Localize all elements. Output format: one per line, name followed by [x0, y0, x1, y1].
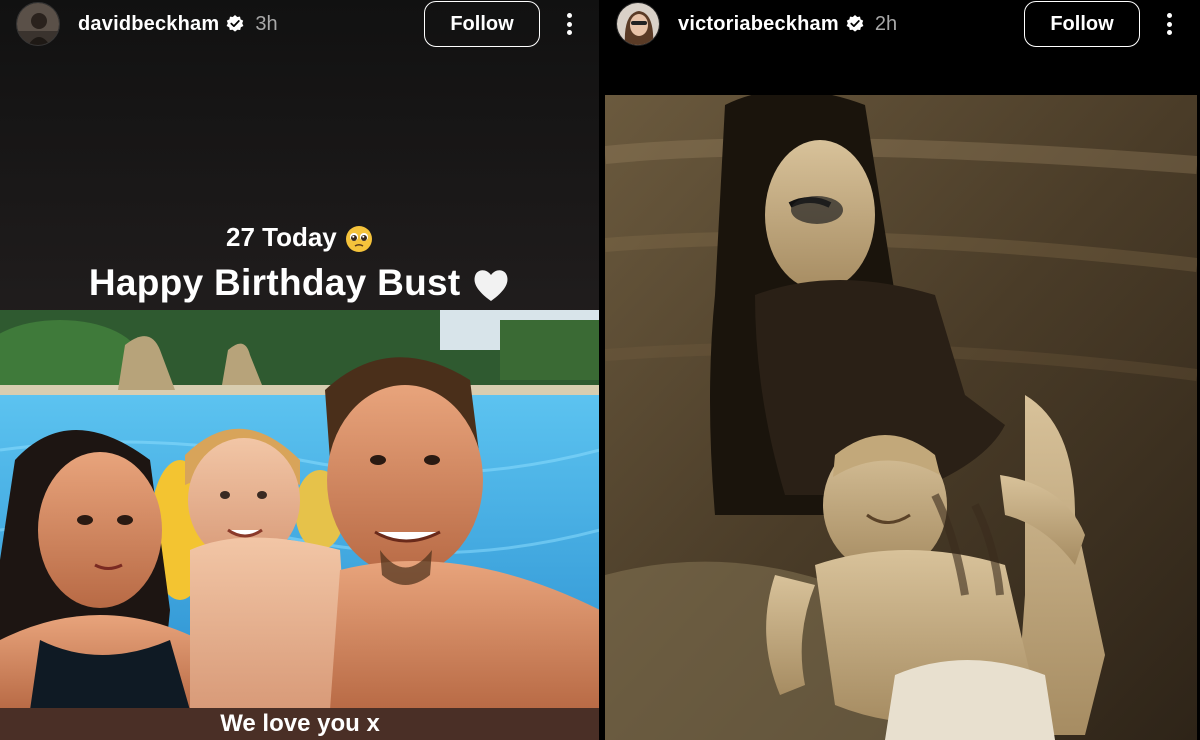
- story-photo-family-pool: [0, 310, 600, 710]
- follow-button[interactable]: Follow: [424, 1, 540, 47]
- avatar[interactable]: [16, 2, 60, 46]
- caption-bottom-bar: We love you x: [0, 708, 600, 740]
- username[interactable]: victoriabeckham: [678, 13, 839, 36]
- story-header: davidbeckham 3h Follow: [0, 0, 600, 48]
- more-options-icon[interactable]: [560, 11, 578, 37]
- caption-message: We love you x: [220, 710, 380, 737]
- verified-badge-icon: [226, 15, 244, 32]
- follow-button[interactable]: Follow: [1024, 1, 1140, 47]
- white-heart-emoji-icon: [474, 270, 508, 302]
- username[interactable]: davidbeckham: [78, 13, 219, 36]
- post-time: 2h: [874, 12, 898, 35]
- verified-badge-icon: [846, 15, 864, 32]
- story-victoriabeckham[interactable]: victoriabeckham 2h Follow: [600, 0, 1200, 740]
- more-options-icon[interactable]: [1160, 11, 1178, 37]
- caption-birthday: Happy Birthday Bust: [0, 262, 600, 304]
- pleading-face-emoji-icon: [346, 226, 372, 253]
- story-davidbeckham[interactable]: davidbeckham 3h Follow 27 Today Happy Bi…: [0, 0, 600, 740]
- story-header: victoriabeckham 2h Follow: [600, 0, 1200, 48]
- caption-age-text: 27 Today: [225, 222, 337, 252]
- story-divider: [599, 0, 601, 740]
- avatar[interactable]: [616, 2, 660, 46]
- caption-age: 27 Today: [0, 222, 600, 254]
- caption-birthday-text: Happy Birthday Bust: [88, 262, 461, 303]
- post-time: 3h: [255, 12, 278, 35]
- story-photo-mother-child-lawn: [605, 95, 1197, 740]
